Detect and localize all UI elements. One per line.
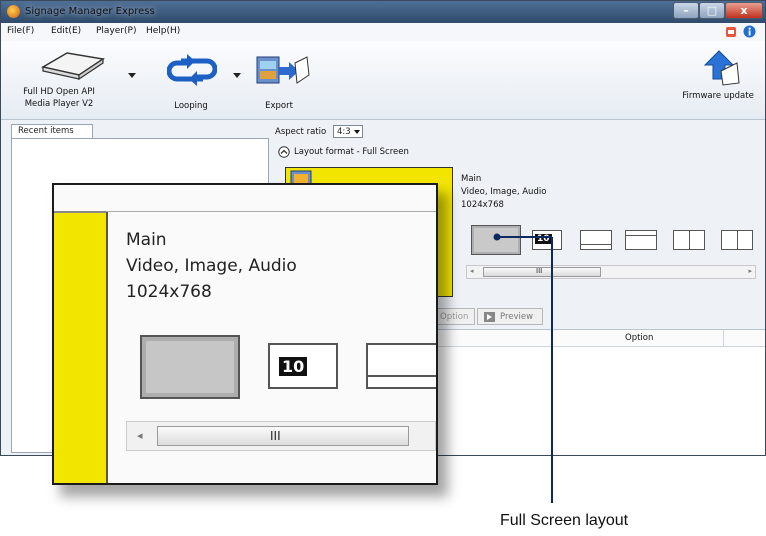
callout-pointer [493,233,553,503]
callout-label: Full Screen layout [500,512,629,529]
